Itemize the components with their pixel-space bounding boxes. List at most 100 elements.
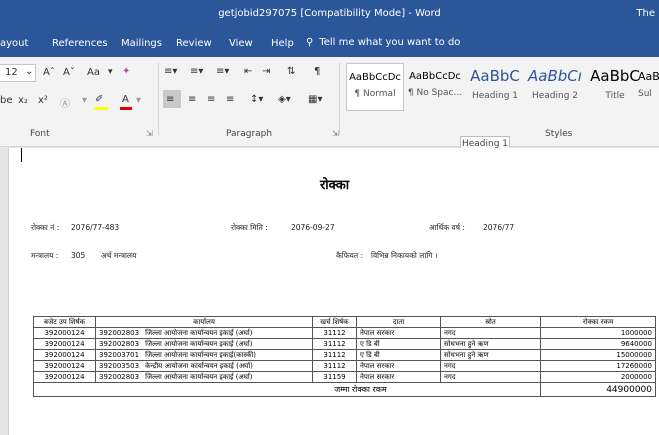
fiscal-year-value: 2076/77 xyxy=(483,223,515,232)
cell: सोधभना हुने ऋण xyxy=(440,338,541,350)
cell: जिल्ला आयोजना कार्यान्वयन इकाई (अर्घा) xyxy=(142,338,314,350)
borders-icon[interactable]: ▦▾ xyxy=(308,94,322,105)
remarks-label: कैफियत : xyxy=(336,251,364,260)
justify-icon[interactable]: ≡ xyxy=(226,94,234,105)
cell: 392002803 xyxy=(95,327,143,339)
style-sample: AaBbC xyxy=(470,67,520,85)
ministry-name: अर्थ मन्त्रालय xyxy=(101,251,137,260)
rokka-no-value: 2076/77-483 xyxy=(71,223,120,232)
col-header: बजेट उप शिर्षक xyxy=(33,316,96,328)
style-sample: AaBbCcDc xyxy=(409,71,461,82)
subscript-icon[interactable]: x₂ xyxy=(18,95,28,106)
shrink-font-button[interactable]: Aˇ xyxy=(63,67,75,78)
cell: नगद xyxy=(440,371,541,383)
lightbulb-icon: ⚲ xyxy=(306,37,314,48)
cell: 17260000 xyxy=(540,360,656,372)
cell: नगद xyxy=(440,327,541,339)
shading-icon[interactable]: ◈▾ xyxy=(278,94,291,105)
rokka-date-value: 2076-09-27 xyxy=(291,223,335,232)
style-subtitle[interactable]: AaB Sul xyxy=(638,63,659,111)
document-area: रोक्का रोक्का नं : 2076/77-483 रोक्का मि… xyxy=(0,148,659,435)
tab-references[interactable]: References xyxy=(52,38,108,49)
change-case-button[interactable]: Aa xyxy=(87,67,100,78)
total-row: जम्मा रोक्का रकम 44900000 xyxy=(33,382,656,397)
font-group-label: Font xyxy=(30,129,50,139)
fiscal-year-label: आर्थिक वर्ष : xyxy=(429,223,465,232)
style-name: Heading 1 xyxy=(471,91,519,101)
align-right-icon[interactable]: ≡ xyxy=(207,94,215,105)
style-title[interactable]: AaBbC Title xyxy=(586,63,644,111)
cell: 392002803 xyxy=(95,371,143,383)
bullets-icon[interactable]: ≡▾ xyxy=(164,66,177,77)
cell: 392003701 xyxy=(95,349,143,361)
remarks-value: विभिन्न निकायको लागि । xyxy=(371,251,438,260)
align-center-icon[interactable]: ≡ xyxy=(188,94,196,105)
style-heading-1[interactable]: AaBbC Heading 1 xyxy=(466,63,524,111)
highlight-icon[interactable]: ✐ xyxy=(95,94,103,105)
table-row: 392000124 392003503 केन्द्रीय आयोजना कार… xyxy=(33,360,656,372)
tab-view[interactable]: View xyxy=(229,38,253,49)
clear-formatting-icon[interactable]: ✦ xyxy=(122,66,130,77)
increase-indent-icon[interactable]: ⇥ xyxy=(262,66,270,77)
strikethrough-icon[interactable]: be xyxy=(0,95,13,106)
cell: 392003503 xyxy=(95,360,143,372)
user-name[interactable]: The xyxy=(636,8,655,19)
ribbon-tabs: ayout References Mailings Review View He… xyxy=(0,29,659,57)
title-bar: getjobid297075 [Compatibility Mode] - Wo… xyxy=(0,0,659,29)
cell: नगद xyxy=(440,360,541,372)
rokka-date-label: रोक्का मिति : xyxy=(231,223,268,232)
styles-group-label: Styles xyxy=(545,129,573,139)
tell-me-box[interactable]: ⚲ Tell me what you want to do xyxy=(306,37,460,48)
text-effects-icon[interactable]: Ⓐ xyxy=(60,95,70,110)
document-page[interactable]: रोक्का रोक्का नं : 2076/77-483 रोक्का मि… xyxy=(8,148,659,435)
col-header: दाता xyxy=(356,316,441,328)
table-row: 392000124 392002803 जिल्ला आयोजना कार्या… xyxy=(33,338,656,350)
sort-icon[interactable]: ⇅ xyxy=(287,66,295,77)
grow-font-button[interactable]: Aˆ xyxy=(43,67,55,78)
font-dialog-launcher-icon[interactable]: ⇲ xyxy=(146,129,153,138)
multilevel-list-icon[interactable]: ≡▾ xyxy=(216,66,229,77)
cell: 1000000 xyxy=(540,327,656,339)
tell-me-text: Tell me what you want to do xyxy=(319,37,461,48)
font-size-box[interactable]: 12 ⌄ xyxy=(0,64,36,82)
col-header: रोक्का रकम xyxy=(540,316,656,328)
tab-review[interactable]: Review xyxy=(176,38,212,49)
styles-group: AaBbCcDc ¶ Normal AaBbCcDc ¶ No Spac... … xyxy=(342,57,659,145)
style-no-spacing[interactable]: AaBbCcDc ¶ No Spac... xyxy=(406,63,464,111)
style-sample: AaB xyxy=(638,70,659,83)
style-name: Heading 2 xyxy=(531,91,579,101)
style-normal[interactable]: AaBbCcDc ¶ Normal xyxy=(346,63,404,111)
cell: 31112 xyxy=(312,327,357,339)
table-header-row: बजेट उप शिर्षक कार्यालय खर्च शिर्षक दाता… xyxy=(33,316,656,328)
line-spacing-icon[interactable]: ↕▾ xyxy=(250,94,263,105)
cell: केन्द्रीय आयोजना कार्यान्वयन इकाई (अर्घा… xyxy=(142,360,314,372)
tab-layout[interactable]: ayout xyxy=(0,38,28,49)
superscript-icon[interactable]: x² xyxy=(38,95,48,106)
tab-help[interactable]: Help xyxy=(271,38,294,49)
chevron-down-icon: ▾ xyxy=(136,95,142,106)
cell: नेपाल सरकार xyxy=(356,360,441,372)
cell: 392002803 xyxy=(95,338,143,350)
align-left-icon[interactable]: ≡ xyxy=(166,94,174,105)
ministry-code: 305 xyxy=(71,251,86,260)
total-label: जम्मा रोक्का रकम xyxy=(33,382,541,397)
font-color-icon[interactable]: A xyxy=(122,94,129,105)
cell: 15000000 xyxy=(540,349,656,361)
style-name: ¶ No Spac... xyxy=(407,88,463,98)
style-heading-2[interactable]: AaBbCı Heading 2 xyxy=(526,63,584,111)
cell: जिल्ला आयोजना कार्यान्वयन इकाई (अर्घा) xyxy=(142,371,314,383)
style-sample: AaBbCı xyxy=(528,67,582,85)
cell: 392000124 xyxy=(33,327,96,339)
font-group: 12 ⌄ Aˆ Aˇ Aa ▾ ✦ be x₂ x² Ⓐ ▾ ✐ A ▾ Fon… xyxy=(0,57,160,145)
table-row: 392000124 392003701 जिल्ला आयोजना कार्या… xyxy=(33,349,656,361)
pilcrow-icon[interactable]: ¶ xyxy=(314,66,320,77)
col-header: स्रोत xyxy=(440,316,541,328)
numbering-icon[interactable]: ≡▾ xyxy=(190,66,203,77)
paragraph-group-label: Paragraph xyxy=(226,129,273,139)
table-row: 392000124 392002803 जिल्ला आयोजना कार्या… xyxy=(33,327,656,339)
col-header: कार्यालय xyxy=(95,316,313,328)
tab-mailings[interactable]: Mailings xyxy=(121,38,162,49)
cell: 31112 xyxy=(312,338,357,350)
decrease-indent-icon[interactable]: ⇤ xyxy=(244,66,252,77)
paragraph-dialog-launcher-icon[interactable]: ⇲ xyxy=(332,129,339,138)
